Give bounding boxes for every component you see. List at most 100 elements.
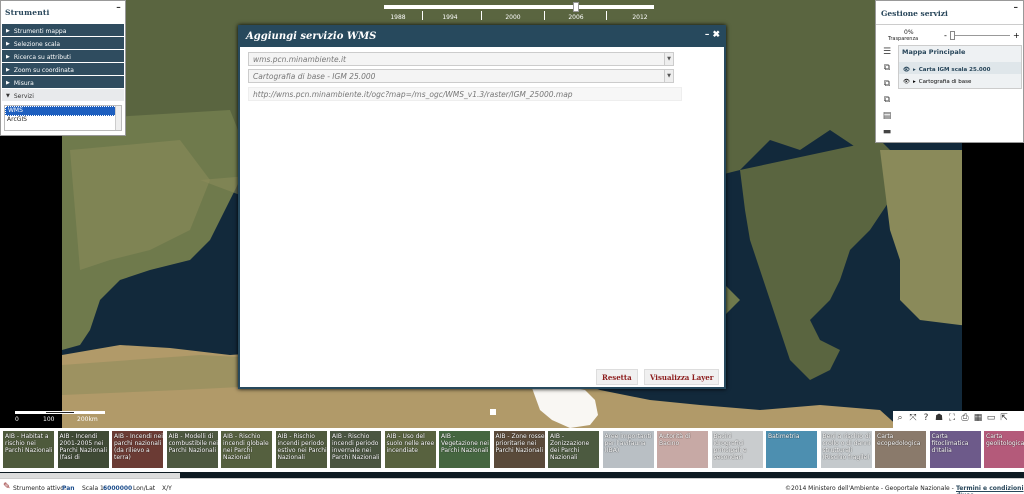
fullscreen-icon[interactable]: ⤧ <box>908 413 918 426</box>
scale-label: 200km <box>77 416 98 423</box>
grid-icon[interactable]: ▦ <box>973 413 983 426</box>
timeline-year[interactable]: 2006 <box>568 14 583 21</box>
layer-thumbnail[interactable]: AIB - Incendi 2001-2005 nei Parchi Nazio… <box>57 431 109 468</box>
layer-thumbnail[interactable]: AIB - Rischio incendi periodo estivo nei… <box>275 431 327 468</box>
tool-item-ricerca-attributi[interactable]: ▶ Ricerca su attributi <box>2 50 124 62</box>
dialog-controls: – ✖ <box>705 30 720 40</box>
layer-row[interactable]: 👁 ▸ Carta IGM scala 25.000 <box>899 62 1021 74</box>
layer-thumbnails-bar: AIB - Habitat a rischio nei Parchi Nazio… <box>0 428 1024 472</box>
active-tool-value: Pan <box>62 485 75 492</box>
layer-thumbnail[interactable]: AIB - Habitat a rischio nei Parchi Nazio… <box>3 431 54 468</box>
layer-thumbnail[interactable]: AIB - Modelli di combustibile nei Parchi… <box>166 431 218 468</box>
wms-url-field[interactable]: http://wms.pcn.minambiente.it/ogc?map=/m… <box>248 87 682 101</box>
layer-row[interactable]: 👁 ▸ Cartografia di base <box>899 74 1021 86</box>
print-icon[interactable]: ⎙ <box>960 413 970 426</box>
user-icon[interactable]: ☗ <box>934 413 944 426</box>
services-listbox[interactable]: WMS ArcGIS <box>4 105 122 131</box>
layer-thumbnail[interactable]: Autorità di Bacino <box>657 431 708 468</box>
dialog-title-bar[interactable]: Aggiungi servizio WMS – ✖ <box>240 27 724 47</box>
plus-icon[interactable]: + <box>1013 31 1020 40</box>
close-icon[interactable]: ✖ <box>712 30 720 40</box>
timeline-year[interactable]: 2012 <box>632 14 647 21</box>
layer-thumbnail[interactable]: Batimetria <box>766 431 817 468</box>
caret-right-icon[interactable]: ▸ <box>913 67 916 73</box>
layer-thumbnail[interactable]: Carta geolitologica <box>984 431 1024 468</box>
timeline-year[interactable]: 1994 <box>442 14 457 21</box>
minus-icon[interactable]: - <box>944 31 947 40</box>
map-tools-strip: ⌕ ⤧ ? ☗ ⛶ ⎙ ▦ ▭ ⇱ <box>893 411 1024 428</box>
layer-thumbnail[interactable]: AIB - Incendi nei parchi nazionali (da r… <box>112 431 163 468</box>
eye-icon[interactable]: 👁 <box>903 67 910 73</box>
listbox-scrollbar[interactable] <box>115 106 121 130</box>
folder-icon[interactable]: ▬ <box>881 127 893 139</box>
map-group-title: Mappa Principale <box>902 48 966 56</box>
layer-thumbnail[interactable]: AIB - Uso del suolo nelle aree incendiat… <box>384 431 436 468</box>
wms-server-select[interactable]: wms.pcn.minambiente.it ▼ <box>248 52 674 66</box>
layer-label: Carta IGM scala 25.000 <box>918 66 991 73</box>
year-timeline-slider[interactable]: 1988 1994 2000 2006 2012 <box>384 2 654 22</box>
caret-right-icon[interactable]: ▸ <box>913 79 916 85</box>
layer-thumbnail[interactable]: AIB - Zone rosse prioritarie nei Parchi … <box>493 431 545 468</box>
caret-down-icon: ▼ <box>6 93 10 99</box>
tool-item-strumenti-mappa[interactable]: ▶ Strumenti mappa <box>2 24 124 36</box>
services-panel: Gestione servizi – 0% Trasparenza - + ☰ … <box>875 0 1024 143</box>
wms-service-select[interactable]: Cartografia di base - IGM 25.000 ▼ <box>248 69 674 83</box>
view-layer-button[interactable]: Visualizza Layer <box>644 369 720 385</box>
transparency-slider-handle[interactable] <box>950 31 955 40</box>
window-icon[interactable]: ▭ <box>986 413 996 426</box>
tool-item-label: Ricerca su attributi <box>13 53 71 61</box>
layer-thumbnail-label: AIB - Vegetazione nei Parchi Nazionali <box>441 433 489 454</box>
layer-thumbnail[interactable]: AIB - Rischio incendi globale nei Parchi… <box>221 431 272 468</box>
external-link-icon[interactable]: ⇱ <box>999 413 1009 426</box>
help-icon[interactable]: ? <box>921 413 931 426</box>
minimize-icon[interactable]: – <box>1014 3 1019 13</box>
timeline-track[interactable] <box>384 5 654 9</box>
layer-label: Cartografia di base <box>918 78 972 85</box>
wms-service-value: Cartografia di base - IGM 25.000 <box>253 72 376 81</box>
timeline-year[interactable]: 2000 <box>505 14 520 21</box>
layer-thumbnail[interactable]: AIB - Vegetazione nei Parchi Nazionali <box>439 431 490 468</box>
eye-icon[interactable]: 👁 <box>903 79 910 85</box>
tool-item-zoom-coordinata[interactable]: ▶ Zoom su coordinata <box>2 63 124 75</box>
services-panel-title: Gestione servizi <box>881 9 948 18</box>
layer-thumbnail[interactable]: AIB - Rischio incendi periodo invernale … <box>330 431 381 468</box>
service-option-wms[interactable]: WMS <box>5 106 121 116</box>
scale-value[interactable]: 6000000 <box>103 485 132 492</box>
layer-thumbnail[interactable]: Aree importanti per l'avifauna (IBA) <box>602 431 654 468</box>
terms-link[interactable]: Termini e condizioni d'uso <box>956 485 1024 494</box>
minimize-icon[interactable]: – <box>116 3 121 13</box>
save-icon[interactable]: ▤ <box>881 111 893 123</box>
layer-thumbnail-label: AIB - Uso del suolo nelle aree incendiat… <box>386 433 435 454</box>
reset-button[interactable]: Resetta <box>596 369 638 385</box>
layer-thumbnail-label: Carta fitoclimatica d'Italia <box>931 433 969 454</box>
timeline-year[interactable]: 1988 <box>390 14 405 21</box>
search-icon[interactable]: ⌕ <box>895 413 905 426</box>
transparency-value: 0% <box>904 29 914 36</box>
chevron-down-icon[interactable]: ▼ <box>664 70 673 82</box>
tool-item-selezione-scala[interactable]: ▶ Selezione scala <box>2 37 124 49</box>
chevron-down-icon[interactable]: ▼ <box>664 53 673 65</box>
timeline-handle[interactable] <box>573 2 579 12</box>
horizontal-scrollbar[interactable] <box>0 473 180 478</box>
layer-thumbnail[interactable]: Carta fitoclimatica d'Italia <box>929 431 981 468</box>
service-option-arcgis[interactable]: ArcGIS <box>5 116 121 126</box>
list-icon[interactable]: ☰ <box>881 47 893 59</box>
layers-remove-icon[interactable]: ⧉ <box>881 95 893 107</box>
layer-thumbnail[interactable]: Bacini idrografici principali e secondar… <box>711 431 763 468</box>
layer-thumbnail-label: Batimetria <box>768 433 800 440</box>
tool-item-label: Strumenti mappa <box>13 27 67 35</box>
lonlat-label: Lon/Lat <box>133 485 156 492</box>
layers-add-icon[interactable]: ⧉ <box>881 63 893 75</box>
layer-thumbnail-label: AIB - Rischio incendi periodo invernale … <box>332 433 380 461</box>
services-panel-header: Gestione servizi – <box>876 1 1023 25</box>
transparency-slider-track[interactable] <box>952 35 1010 36</box>
binoculars-icon[interactable]: ⛶ <box>947 413 957 426</box>
tool-item-servizi[interactable]: ▼ Servizi <box>2 89 124 101</box>
layer-thumbnail[interactable]: Carta ecopedologica <box>875 431 926 468</box>
tool-item-misura[interactable]: ▶ Misura <box>2 76 124 88</box>
layers-icon[interactable]: ⧉ <box>881 79 893 91</box>
layer-thumbnail[interactable]: Beni a rischio di crollo o di danni stru… <box>820 431 872 468</box>
minimize-icon[interactable]: – <box>705 30 710 40</box>
xy-label: X/Y <box>162 485 172 492</box>
layer-thumbnail[interactable]: AIB - Zonizzazione dei Parchi Nazionali <box>548 431 599 468</box>
